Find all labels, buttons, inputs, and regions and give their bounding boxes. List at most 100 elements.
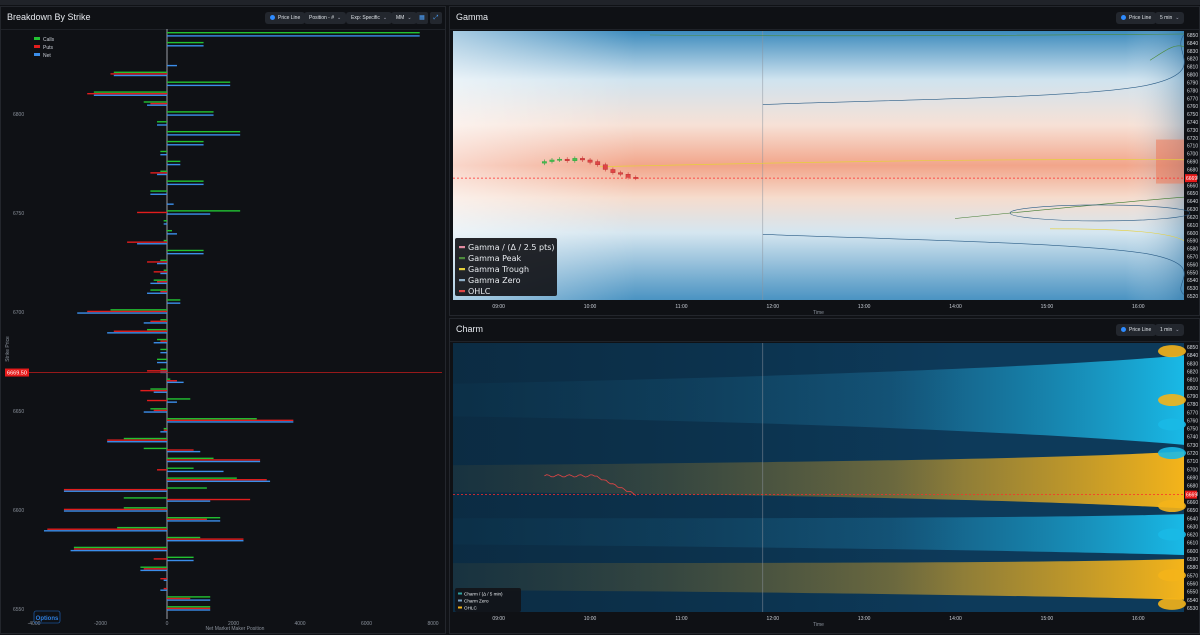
legend-calls: Calls xyxy=(43,37,55,43)
y-tick-label: 6790 xyxy=(1187,394,1198,400)
toggle-dot-icon xyxy=(1121,327,1126,332)
y-tick-label: 6660 xyxy=(1187,183,1198,189)
price-line-label: Price Line xyxy=(1129,15,1152,21)
bar-puts xyxy=(87,92,167,95)
expiry-label: Exp: Specific xyxy=(351,15,380,21)
options-logo: Options xyxy=(33,610,61,624)
y-tick-label: 6650 xyxy=(1187,508,1198,514)
y-tick-label: 6570 xyxy=(1187,573,1198,579)
bar-net xyxy=(167,84,231,87)
candle xyxy=(610,169,616,173)
bar-net xyxy=(113,74,167,77)
mm-select[interactable]: MM ⌄ xyxy=(391,12,417,24)
bar-calls xyxy=(150,388,167,390)
x-tick-label: 12:00 xyxy=(767,616,780,622)
legend-swatch xyxy=(458,592,462,595)
bar-net xyxy=(167,450,201,453)
bar-net xyxy=(167,520,221,522)
y-tick-label: 6580 xyxy=(1187,565,1198,571)
bars-group xyxy=(43,32,420,611)
x-tick-label: 09:00 xyxy=(492,616,505,622)
bar-puts xyxy=(113,330,167,332)
bar-calls xyxy=(167,229,172,232)
legend-item: Gamma Peak xyxy=(468,254,521,263)
legend-item: Charm Zero xyxy=(464,599,489,604)
bar-puts xyxy=(167,479,267,481)
bar-net xyxy=(147,104,167,106)
x-tick-label: 13:00 xyxy=(858,304,871,310)
x-tick-label: 10:00 xyxy=(584,304,597,310)
bar-net xyxy=(150,282,167,285)
y-tick-label: 6750 xyxy=(1187,427,1198,433)
toggle-dot-icon xyxy=(1121,15,1126,20)
bar-calls xyxy=(157,338,167,341)
bar-calls xyxy=(160,319,167,321)
gamma-chart: 6850 6840 6830 6820 6810 68006790 6780 6770 6760… xyxy=(453,31,1198,316)
x-tick-label: 12:00 xyxy=(767,304,780,310)
position-select[interactable]: Position - # ⌄ xyxy=(304,12,347,24)
price-line-toggle[interactable]: Price Line xyxy=(1116,12,1157,24)
y-tick-label: 6770 xyxy=(1187,96,1198,102)
y-tick-label: 6740 xyxy=(1187,120,1198,126)
candle xyxy=(541,161,547,164)
candle xyxy=(557,158,563,161)
chevron-down-icon: ⌄ xyxy=(337,15,342,21)
bar-puts xyxy=(150,102,167,105)
bar-puts xyxy=(167,459,261,461)
chevron-down-icon: ⌄ xyxy=(407,15,412,21)
bar-puts xyxy=(163,587,167,590)
bar-puts xyxy=(153,409,167,412)
bar-calls xyxy=(167,299,181,301)
bar-puts xyxy=(87,310,167,313)
bar-calls xyxy=(167,536,201,539)
x-tick-label: 16:00 xyxy=(1132,304,1145,310)
bar-net xyxy=(160,153,167,156)
price-line-label: Price Line xyxy=(1129,327,1152,333)
bar-calls xyxy=(167,378,171,380)
price-line-toggle[interactable]: Price Line xyxy=(1116,324,1157,336)
candle xyxy=(564,158,570,161)
y-tick-label: 6750 xyxy=(13,211,24,217)
bar-calls xyxy=(167,180,204,182)
candle xyxy=(580,158,585,161)
bar-calls xyxy=(163,427,167,430)
y-tick-label: 6620 xyxy=(1187,215,1198,221)
bar-puts xyxy=(47,528,167,530)
bar-net xyxy=(70,549,167,552)
legend-swatch-net xyxy=(34,53,40,56)
bar-net xyxy=(167,401,177,403)
bar-calls xyxy=(147,328,167,331)
interval-select[interactable]: 1 min ⌄ xyxy=(1155,324,1185,336)
y-tick-label: 6690 xyxy=(1187,476,1198,482)
bar-calls xyxy=(163,220,167,222)
top-strip xyxy=(0,0,1200,5)
candle xyxy=(572,158,578,161)
bar-net xyxy=(77,312,167,314)
bar-net xyxy=(167,163,181,166)
candle xyxy=(587,159,593,163)
bar-puts xyxy=(167,518,207,521)
legend-swatch xyxy=(459,246,465,249)
toggle-dot-icon xyxy=(270,15,275,20)
y-tick-label: 6550 xyxy=(1187,270,1198,276)
bar-net xyxy=(167,381,184,384)
logo-text: Options xyxy=(36,616,59,622)
expiry-select[interactable]: Exp: Specific ⌄ xyxy=(346,12,393,24)
interval-select[interactable]: 5 min ⌄ xyxy=(1155,12,1185,24)
bar-calls xyxy=(167,606,211,608)
expand-icon[interactable]: ⤢ xyxy=(430,12,442,24)
bar-net xyxy=(153,342,167,344)
interval-label: 5 min xyxy=(1160,15,1173,21)
grid-icon[interactable]: ▦ xyxy=(416,12,428,24)
y-tick-label: 6720 xyxy=(1187,451,1198,457)
legend-net: Net xyxy=(43,53,51,59)
bar-net xyxy=(143,411,167,413)
bar-puts xyxy=(167,607,211,610)
y-tick-label: 6810 xyxy=(1187,65,1198,71)
y-tick-label: 6820 xyxy=(1187,57,1198,63)
charm-panel: Charm Price Line 1 min ⌄ 6850 6840 6830 6820… xyxy=(449,318,1200,634)
price-line-toggle[interactable]: Price Line xyxy=(265,12,306,24)
y-tick-label: 6800 xyxy=(13,112,24,118)
mm-label: MM xyxy=(396,15,405,21)
bar-calls xyxy=(167,477,237,479)
